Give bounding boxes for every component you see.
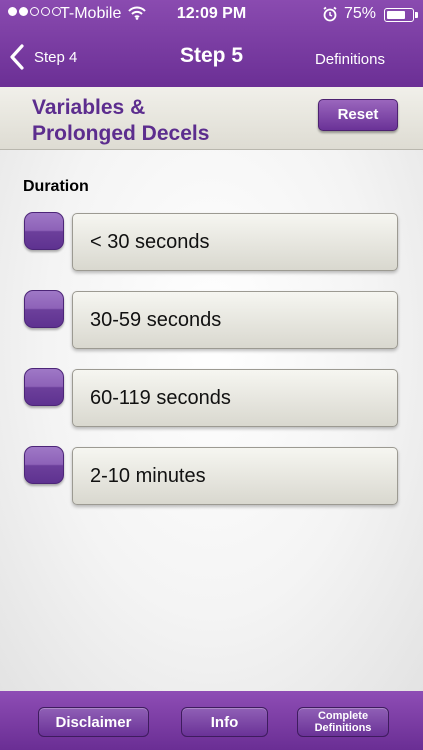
content-area: Duration < 30 seconds 30-59 seconds 60-1… bbox=[0, 150, 423, 691]
section-title: Variables & Prolonged Decels bbox=[32, 95, 209, 147]
section-header: Variables & Prolonged Decels Reset bbox=[0, 87, 423, 150]
disclaimer-button[interactable]: Disclaimer bbox=[38, 707, 149, 737]
battery-icon bbox=[384, 8, 418, 22]
section-title-line1: Variables & bbox=[32, 96, 146, 119]
info-button[interactable]: Info bbox=[181, 707, 268, 737]
complete-definitions-line1: Complete bbox=[317, 710, 369, 722]
option-radio[interactable] bbox=[24, 368, 64, 406]
alarm-clock-icon bbox=[322, 6, 338, 27]
complete-definitions-button[interactable]: Complete Definitions bbox=[297, 707, 389, 737]
option-row-2-10-minutes: 2-10 minutes bbox=[0, 446, 423, 506]
option-button[interactable]: 60-119 seconds bbox=[72, 369, 398, 427]
reset-button[interactable]: Reset bbox=[318, 99, 398, 131]
option-radio[interactable] bbox=[24, 290, 64, 328]
option-button[interactable]: 30-59 seconds bbox=[72, 291, 398, 349]
option-radio[interactable] bbox=[24, 212, 64, 250]
top-bar: T-Mobile 12:09 PM 75% Step 4 Step 5 Defi… bbox=[0, 0, 423, 87]
status-bar: T-Mobile 12:09 PM 75% bbox=[0, 0, 423, 30]
definitions-link[interactable]: Definitions bbox=[315, 51, 385, 68]
section-title-line2: Prolonged Decels bbox=[32, 122, 210, 145]
battery-percent: 75% bbox=[344, 5, 377, 22]
chevron-left-icon bbox=[10, 44, 24, 70]
option-button[interactable]: 2-10 minutes bbox=[72, 447, 398, 505]
option-radio[interactable] bbox=[24, 446, 64, 484]
complete-definitions-line2: Definitions bbox=[314, 722, 372, 734]
back-label: Step 4 bbox=[34, 48, 78, 66]
duration-label: Duration bbox=[23, 178, 89, 195]
back-button[interactable]: Step 4 bbox=[8, 40, 77, 74]
option-row-30-59-seconds: 30-59 seconds bbox=[0, 290, 423, 350]
option-row-60-119-seconds: 60-119 seconds bbox=[0, 368, 423, 428]
bottom-toolbar: Disclaimer Info Complete Definitions bbox=[0, 691, 423, 750]
option-row-under-30-seconds: < 30 seconds bbox=[0, 212, 423, 272]
option-button[interactable]: < 30 seconds bbox=[72, 213, 398, 271]
